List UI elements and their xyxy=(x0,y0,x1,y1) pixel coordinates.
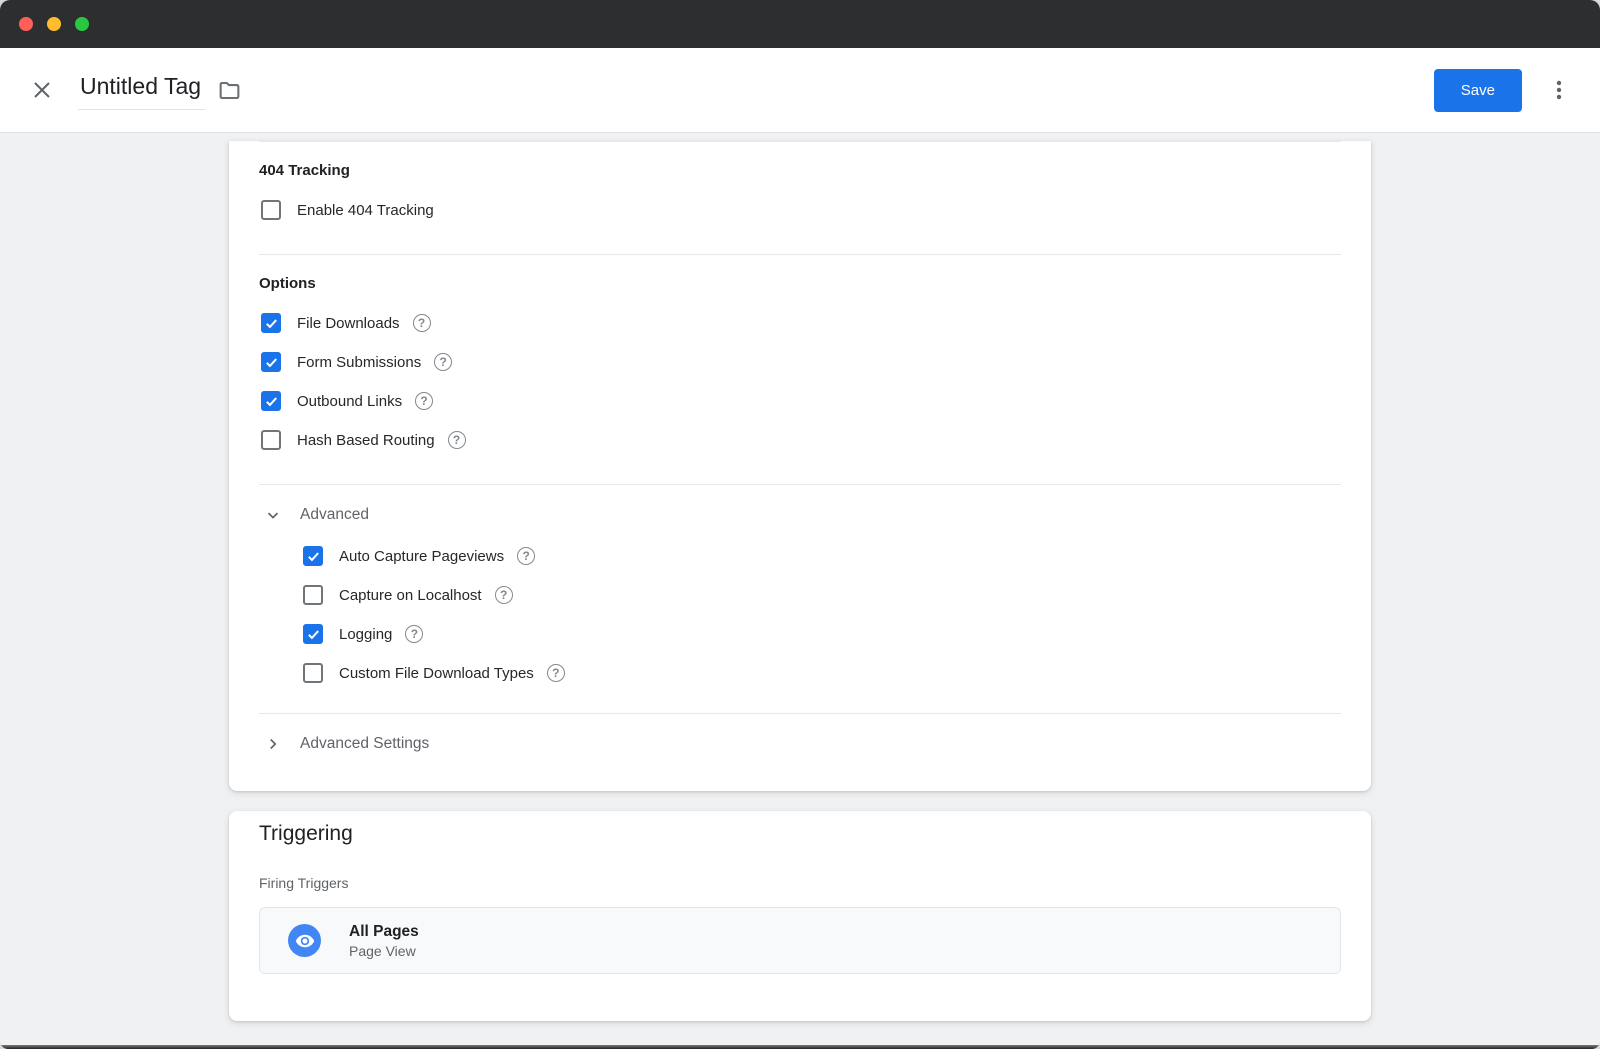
checkmark-icon xyxy=(264,316,279,331)
checkbox-label: Form Submissions xyxy=(297,354,421,371)
checkbox-row: Logging ? xyxy=(301,620,1341,648)
checkbox-row: Custom File Download Types ? xyxy=(301,659,1341,687)
help-icon[interactable]: ? xyxy=(517,547,535,565)
tag-configuration-card: 404 Tracking Enable 404 Tracking Options… xyxy=(229,141,1371,791)
checkbox[interactable] xyxy=(261,352,281,372)
checkbox-label: Custom File Download Types xyxy=(339,665,534,682)
section-heading-options: Options xyxy=(259,275,1341,292)
checkbox-list-options: File Downloads ? Form Submissions ? Outb… xyxy=(259,309,1341,454)
help-icon[interactable]: ? xyxy=(495,586,513,604)
section-options: Options File Downloads ? Form Submission… xyxy=(259,255,1341,484)
checkbox-row: File Downloads ? xyxy=(259,309,1341,337)
advanced-settings-expander[interactable]: Advanced Settings xyxy=(259,730,1341,758)
checkbox[interactable] xyxy=(261,313,281,333)
checkbox[interactable] xyxy=(303,585,323,605)
firing-triggers-label: Firing Triggers xyxy=(259,875,1341,892)
checkbox-label: Logging xyxy=(339,626,392,643)
editor-header: Untitled Tag Save xyxy=(0,48,1600,133)
minimize-window-button[interactable] xyxy=(47,17,61,31)
advanced-expander[interactable]: Advanced xyxy=(259,501,1341,529)
help-icon[interactable]: ? xyxy=(547,664,565,682)
chevron-right-icon xyxy=(264,735,282,753)
triggering-heading: Triggering xyxy=(259,821,1341,847)
help-icon[interactable]: ? xyxy=(434,353,452,371)
checkbox-label: Outbound Links xyxy=(297,393,402,410)
triggering-card: Triggering Firing Triggers All Pages Pag… xyxy=(229,811,1371,1021)
editor-content: 404 Tracking Enable 404 Tracking Options… xyxy=(0,133,1600,1045)
zoom-window-button[interactable] xyxy=(75,17,89,31)
trigger-row[interactable]: All Pages Page View xyxy=(259,907,1341,974)
macos-titlebar xyxy=(0,0,1600,48)
help-icon[interactable]: ? xyxy=(405,625,423,643)
save-button[interactable]: Save xyxy=(1434,69,1522,112)
tag-name-field[interactable]: Untitled Tag xyxy=(78,71,205,110)
window-bottom-edge xyxy=(0,1045,1600,1049)
trigger-type: Page View xyxy=(349,942,419,961)
trigger-text: All Pages Page View xyxy=(349,921,419,961)
help-icon[interactable]: ? xyxy=(448,431,466,449)
close-editor-icon[interactable] xyxy=(26,74,58,106)
checkbox[interactable] xyxy=(303,663,323,683)
trigger-list: All Pages Page View xyxy=(259,907,1341,974)
checkmark-icon xyxy=(264,355,279,370)
checkbox[interactable] xyxy=(303,624,323,644)
checkmark-icon xyxy=(306,549,321,564)
pageview-eye-icon xyxy=(288,924,321,957)
checkbox-row: Outbound Links ? xyxy=(259,387,1341,415)
folder-icon[interactable] xyxy=(213,74,246,107)
checkbox-row: Enable 404 Tracking xyxy=(259,196,1341,224)
checkbox-label: File Downloads xyxy=(297,315,400,332)
checkmark-icon xyxy=(306,627,321,642)
checkbox-row: Hash Based Routing ? xyxy=(259,426,1341,454)
help-icon[interactable]: ? xyxy=(413,314,431,332)
section-heading-404-tracking: 404 Tracking xyxy=(259,162,1341,179)
checkbox[interactable] xyxy=(303,546,323,566)
checkbox-list-404: Enable 404 Tracking xyxy=(259,196,1341,224)
advanced-settings-label: Advanced Settings xyxy=(300,735,429,753)
chevron-down-icon xyxy=(264,506,282,524)
checkbox-list-advanced: Auto Capture Pageviews ? Capture on Loca… xyxy=(301,542,1341,687)
section-advanced: Advanced Auto Capture Pageviews ? Captur… xyxy=(259,485,1341,713)
close-icon xyxy=(30,78,54,102)
checkbox[interactable] xyxy=(261,430,281,450)
kebab-menu-icon[interactable] xyxy=(1544,74,1574,106)
checkbox[interactable] xyxy=(261,200,281,220)
checkbox[interactable] xyxy=(261,391,281,411)
help-icon[interactable]: ? xyxy=(415,392,433,410)
section-404-tracking: 404 Tracking Enable 404 Tracking xyxy=(259,142,1341,254)
checkbox-label: Auto Capture Pageviews xyxy=(339,548,504,565)
checkmark-icon xyxy=(264,394,279,409)
trigger-name: All Pages xyxy=(349,921,419,942)
checkbox-label: Capture on Localhost xyxy=(339,587,482,604)
app-window: Untitled Tag Save 404 Tracking xyxy=(0,0,1600,1049)
checkbox-row: Capture on Localhost ? xyxy=(301,581,1341,609)
advanced-expander-label: Advanced xyxy=(300,506,369,524)
checkbox-row: Auto Capture Pageviews ? xyxy=(301,542,1341,570)
checkbox-label: Hash Based Routing xyxy=(297,432,435,449)
checkbox-row: Form Submissions ? xyxy=(259,348,1341,376)
checkbox-label: Enable 404 Tracking xyxy=(297,202,434,219)
divider xyxy=(259,713,1341,714)
close-window-button[interactable] xyxy=(19,17,33,31)
